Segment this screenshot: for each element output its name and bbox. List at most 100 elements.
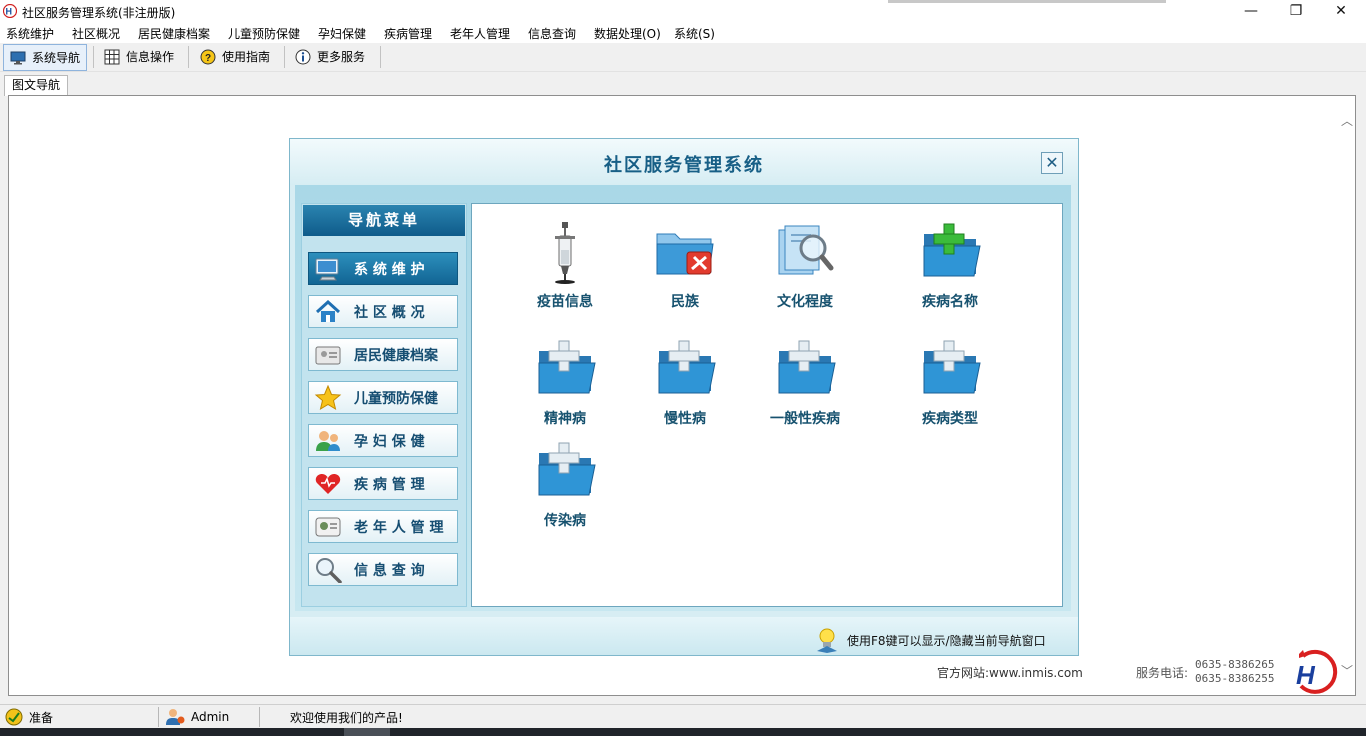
status-user: Admin — [165, 705, 229, 729]
title-bar: H 社区服务管理系统(非注册版) — ❐ ✕ — [0, 0, 1366, 23]
os-taskbar — [0, 728, 1366, 736]
ethnicity-label: 民族 — [671, 294, 699, 310]
official-website: 官方网站:www.inmis.com — [937, 666, 1083, 680]
monitor-icon — [10, 51, 26, 64]
dialog-header: 社区服务管理系统 ✕ — [290, 139, 1078, 185]
content-panel: 疫苗信息 民族 文化程度 疾病名称 精神病 慢性病 一般性疾病 疾病类型 传染病 — [471, 203, 1063, 607]
nav-child-care[interactable]: 儿童预防保健 — [308, 381, 458, 414]
toolbar-user-guide-button[interactable]: ? 使用指南 — [194, 44, 276, 69]
dialog-close-button[interactable]: ✕ — [1041, 152, 1063, 174]
document-search-icon — [778, 225, 834, 275]
toolbar-system-nav-button[interactable]: 系统导航 — [3, 44, 88, 71]
folder-plus-icon — [538, 442, 596, 496]
status-separator — [158, 707, 159, 727]
nav-info-query[interactable]: 信 息 查 询 — [308, 553, 458, 586]
minimize-button[interactable]: — — [1228, 0, 1274, 23]
infectious-disease-item[interactable]: 传染病 — [510, 439, 620, 530]
education-level-item[interactable]: 文化程度 — [750, 220, 860, 311]
nav-system-maintenance-label: 系 统 维 护 — [354, 261, 425, 278]
nav-community-overview-label: 社 区 概 况 — [354, 304, 425, 321]
mental-illness-item[interactable]: 精神病 — [510, 337, 620, 428]
disease-type-item[interactable]: 疾病类型 — [895, 337, 1005, 428]
side-nav-title: 导航菜单 — [303, 205, 465, 236]
status-ready-text: 准备 — [29, 710, 54, 725]
nav-disease-management[interactable]: 疾 病 管 理 — [308, 467, 458, 500]
star-icon — [314, 384, 342, 411]
svg-text:?: ? — [205, 53, 211, 64]
toolbar: 系统导航 信息操作 ? 使用指南 更多服务 — [0, 43, 1366, 72]
nav-health-records[interactable]: 居民健康档案 — [308, 338, 458, 371]
folder-plus-green-icon — [923, 223, 981, 277]
infectious-disease-label: 传染病 — [544, 513, 586, 529]
toolbar-more-services-button[interactable]: 更多服务 — [289, 44, 371, 69]
toolbar-more-services-label: 更多服务 — [317, 50, 366, 64]
status-ready-icon — [5, 708, 23, 726]
nav-disease-management-label: 疾 病 管 理 — [354, 476, 425, 493]
info-icon — [295, 49, 311, 64]
menu-child-care[interactable]: 儿童预防保健 — [228, 25, 300, 42]
dialog-body: 导航菜单 系 统 维 护 社 区 概 况 居民健康档案 儿童预防保健 孕 妇 保… — [295, 185, 1071, 611]
grid-icon — [104, 49, 120, 64]
nav-community-overview[interactable]: 社 区 概 况 — [308, 295, 458, 328]
id-card-icon — [314, 342, 342, 368]
status-separator — [259, 707, 260, 727]
nav-elderly-management[interactable]: 老 年 人 管 理 — [308, 510, 458, 543]
lightbulb-icon — [817, 628, 837, 653]
nav-health-records-label: 居民健康档案 — [354, 347, 438, 364]
navigation-dialog: 社区服务管理系统 ✕ 导航菜单 系 统 维 护 社 区 概 况 居民健康档案 儿… — [289, 138, 1079, 656]
menu-info-query[interactable]: 信息查询 — [528, 25, 576, 42]
menu-health-records[interactable]: 居民健康档案 — [138, 25, 210, 42]
menu-elderly-management[interactable]: 老年人管理 — [450, 25, 510, 42]
dialog-title: 社区服务管理系统 — [604, 155, 764, 176]
status-bar: 准备 Admin 欢迎使用我们的产品! — [0, 704, 1366, 729]
service-phone-label: 服务电话: — [1136, 666, 1189, 680]
menu-community-overview[interactable]: 社区概况 — [72, 25, 120, 42]
close-window-button[interactable]: ✕ — [1318, 0, 1364, 23]
menu-data-processing[interactable]: 数据处理(O) — [594, 25, 661, 42]
chronic-disease-label: 慢性病 — [664, 411, 706, 427]
folder-plus-icon — [923, 340, 981, 394]
general-disease-label: 一般性疾病 — [770, 411, 840, 427]
monitor-icon — [314, 256, 342, 282]
nav-system-maintenance[interactable]: 系 统 维 护 — [308, 252, 458, 285]
svg-text:H: H — [1296, 660, 1316, 690]
dialog-footer: 使用F8键可以显示/隐藏当前导航窗口 — [290, 617, 1078, 655]
menu-maternal-care[interactable]: 孕妇保健 — [318, 25, 366, 42]
mental-illness-label: 精神病 — [544, 411, 586, 427]
menu-disease-management[interactable]: 疾病管理 — [384, 25, 432, 42]
footer-tip: 使用F8键可以显示/隐藏当前导航窗口 — [815, 627, 1046, 653]
vaccine-info-item[interactable]: 疫苗信息 — [510, 220, 620, 311]
app-logo-icon: H — [3, 4, 17, 18]
ethnicity-item[interactable]: 民族 — [630, 220, 740, 311]
tab-graphic-navigation[interactable]: 图文导航 — [4, 75, 69, 96]
toolbar-separator — [380, 46, 381, 68]
restore-button[interactable]: ❐ — [1273, 0, 1319, 23]
menu-system[interactable]: 系统(S) — [674, 25, 715, 42]
status-user-text: Admin — [191, 710, 230, 724]
folder-plus-icon — [658, 340, 716, 394]
chronic-disease-item[interactable]: 慢性病 — [630, 337, 740, 428]
status-welcome-text: 欢迎使用我们的产品! — [290, 710, 403, 725]
education-level-label: 文化程度 — [777, 294, 833, 310]
help-icon: ? — [200, 49, 216, 64]
toolbar-info-ops-label: 信息操作 — [126, 50, 175, 64]
people-icon — [314, 428, 342, 454]
menu-system-maintenance[interactable]: 系统维护 — [6, 25, 54, 42]
status-ready: 准备 — [5, 705, 53, 729]
user-icon — [166, 709, 185, 725]
vaccine-info-label: 疫苗信息 — [537, 294, 593, 310]
folder-plus-icon — [538, 340, 596, 394]
menu-bar: 系统维护 社区概况 居民健康档案 儿童预防保健 孕妇保健 疾病管理 老年人管理 … — [0, 23, 1366, 43]
folder-tools-icon — [656, 233, 714, 275]
footer-tip-text: 使用F8键可以显示/隐藏当前导航窗口 — [847, 633, 1046, 648]
toolbar-info-ops-button[interactable]: 信息操作 — [98, 44, 180, 69]
scroll-up-icon[interactable]: ︿ — [1339, 112, 1355, 128]
scroll-down-icon[interactable]: ﹀ — [1339, 662, 1355, 678]
brand-logo-icon: H — [1296, 649, 1338, 694]
nav-maternal-care[interactable]: 孕 妇 保 健 — [308, 424, 458, 457]
syringe-icon — [555, 222, 575, 284]
general-disease-item[interactable]: 一般性疾病 — [750, 337, 860, 428]
disease-name-item[interactable]: 疾病名称 — [895, 220, 1005, 311]
heart-icon — [314, 471, 342, 497]
taskbar-active-app[interactable] — [344, 728, 390, 736]
